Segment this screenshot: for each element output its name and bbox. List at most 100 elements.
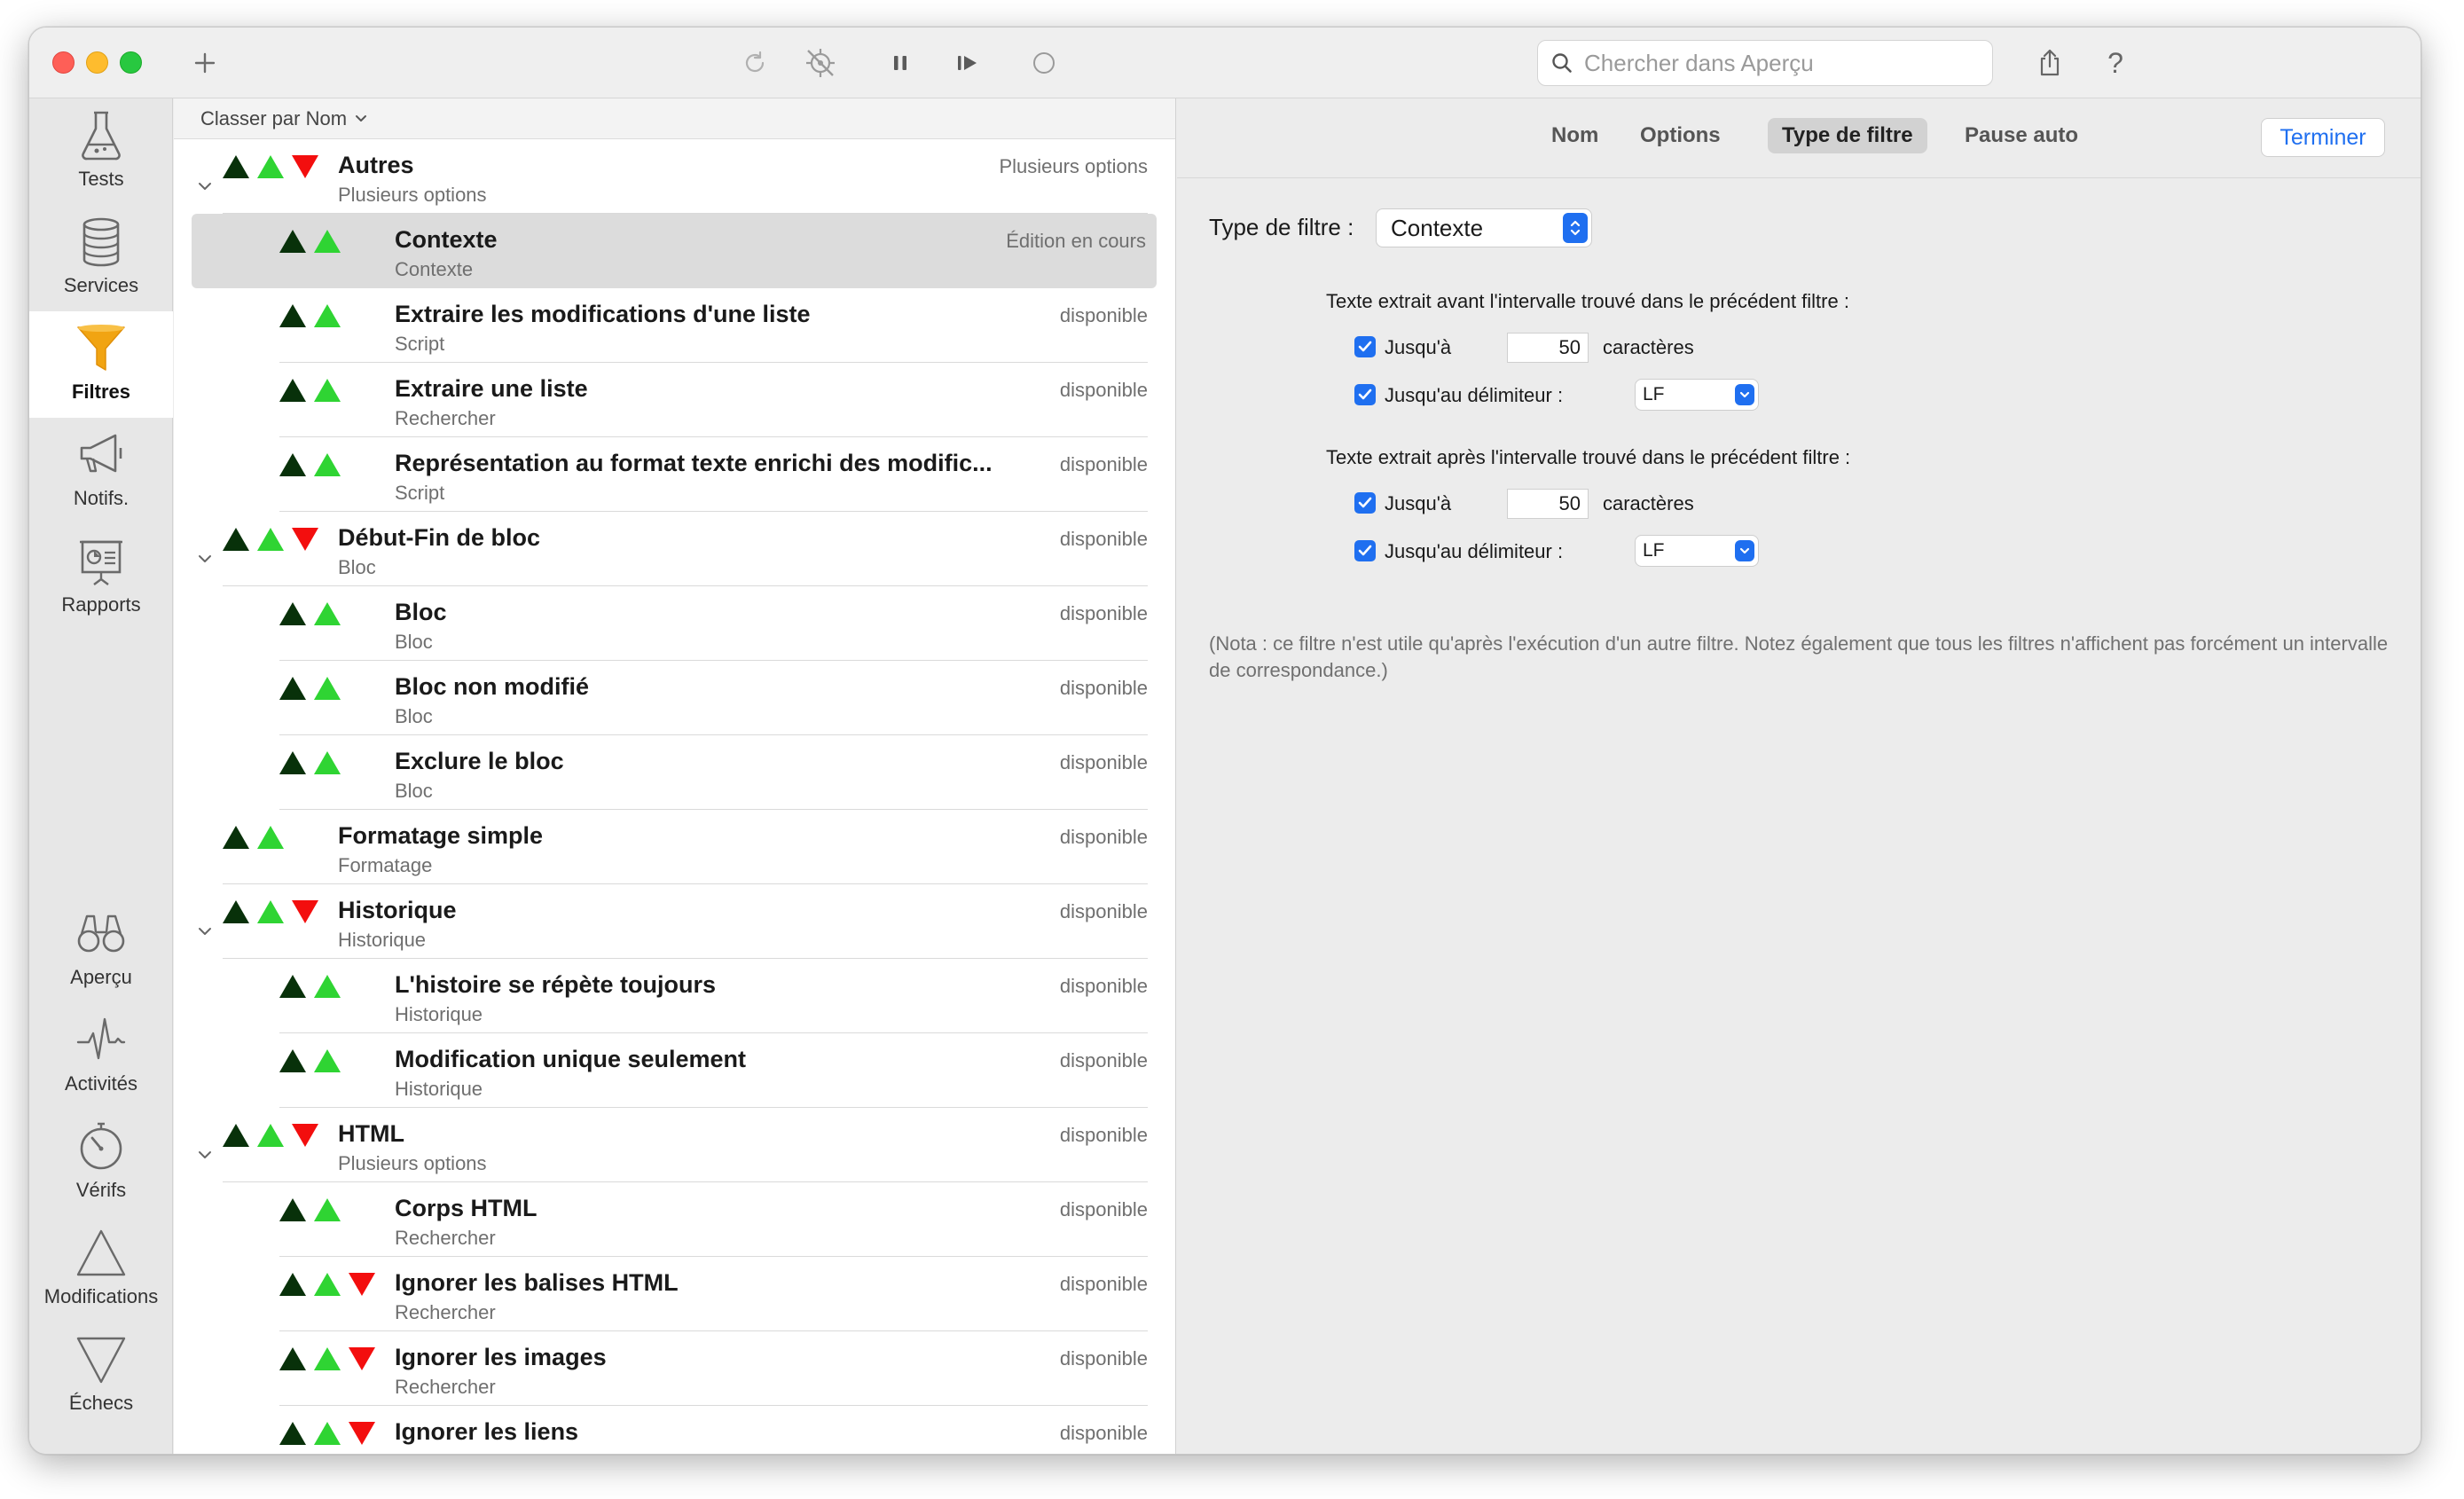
list-item-status: disponible <box>1059 751 1148 773</box>
disclosure-chevron-icon[interactable] <box>195 180 215 194</box>
list-item-status: disponible <box>1059 975 1148 997</box>
disclosure-chevron-icon[interactable] <box>195 925 215 939</box>
dark-green-up-arrow-icon <box>279 453 306 476</box>
list-item[interactable]: HTML Plusieurs options disponible <box>174 1108 1175 1182</box>
record-icon[interactable] <box>1024 43 1063 82</box>
list-item[interactable]: Extraire une liste Rechercher disponible <box>174 363 1175 437</box>
green-up-arrow-icon <box>314 230 341 253</box>
list-item[interactable]: Ignorer les balises HTML Rechercher dispon… <box>174 1257 1175 1331</box>
sidebar-item-rapports[interactable]: Rapports <box>29 524 173 631</box>
list-item[interactable]: Bloc Bloc disponible <box>174 586 1175 661</box>
dark-green-up-arrow-icon <box>279 1198 306 1221</box>
tab-type-de-filtre[interactable]: Type de filtre <box>1768 118 1927 153</box>
reload-icon[interactable] <box>735 43 774 82</box>
list-item-title: Ignorer les balises HTML <box>395 1269 679 1296</box>
sidebar-item-services[interactable]: Services <box>29 205 173 311</box>
status-arrows <box>279 1273 375 1296</box>
close-window-button[interactable] <box>52 51 75 74</box>
before-delimiter-label: Jusqu'au délimiteur : <box>1385 384 1564 406</box>
green-up-arrow-icon <box>257 528 284 551</box>
green-up-arrow-icon <box>314 453 341 476</box>
list-item-subtitle: Bloc <box>338 556 376 578</box>
disclosure-chevron-icon[interactable] <box>195 553 215 567</box>
list-item[interactable]: Formatage simple Formatage disponible <box>174 810 1175 884</box>
red-down-arrow-icon <box>349 1422 375 1445</box>
sidebar-item-apercu[interactable]: Aperçu <box>29 897 173 1003</box>
minimize-window-button[interactable] <box>86 51 108 74</box>
after-delimiter-checkbox[interactable] <box>1354 540 1376 561</box>
sidebar-item-filtres[interactable]: Filtres <box>29 311 173 418</box>
status-arrows <box>279 379 341 402</box>
disclosure-chevron-icon[interactable] <box>195 1149 215 1163</box>
list-item-subtitle: Bloc <box>395 631 433 653</box>
sidebar-item-label: Tests <box>78 168 124 190</box>
tab-pause-auto[interactable]: Pause auto <box>1950 118 2092 153</box>
list-item-status: disponible <box>1059 1347 1148 1370</box>
sort-by-name-button[interactable]: Classer par Nom <box>200 107 368 130</box>
add-icon[interactable] <box>185 43 224 82</box>
status-arrows <box>223 900 318 923</box>
after-delimiter-popup[interactable]: LF <box>1635 535 1759 567</box>
list-item[interactable]: Contexte Contexte Édition en cours <box>192 214 1157 288</box>
dark-green-up-arrow-icon <box>279 379 306 402</box>
sidebar-item-verifs[interactable]: Vérifs <box>29 1110 173 1216</box>
dark-green-up-arrow-icon <box>279 602 306 625</box>
list-item-status: disponible <box>1059 1198 1148 1220</box>
list-item-title: Historique <box>338 897 457 923</box>
list-item[interactable]: Ignorer les liens disponible <box>174 1406 1175 1454</box>
list-item[interactable]: Autres Plusieurs options Plusieurs options <box>174 139 1175 214</box>
share-icon[interactable] <box>2030 43 2069 82</box>
report-icon <box>80 540 122 585</box>
pause-icon[interactable] <box>881 43 920 82</box>
zoom-window-button[interactable] <box>120 51 142 74</box>
sidebar-item-notifs[interactable]: Notifs. <box>29 418 173 524</box>
list-item[interactable]: Exclure le bloc Bloc disponible <box>174 735 1175 810</box>
list-item[interactable]: Modification unique seulement Historique d… <box>174 1033 1175 1108</box>
list-item[interactable]: Début-Fin de bloc Bloc disponible <box>174 512 1175 586</box>
list-item-title: Exclure le bloc <box>395 748 564 774</box>
search-field[interactable] <box>1537 40 1993 86</box>
sidebar-item-echecs[interactable]: Échecs <box>29 1322 173 1429</box>
list-item-subtitle: Contexte <box>395 258 474 280</box>
list-item-title: Modification unique seulement <box>395 1046 747 1072</box>
after-upto-checkbox[interactable] <box>1354 492 1376 514</box>
list-item[interactable]: Représentation au format texte enrichi d… <box>174 437 1175 512</box>
list-item[interactable]: Ignorer les images Rechercher disponible <box>174 1331 1175 1406</box>
list-item-title: Extraire une liste <box>395 375 588 402</box>
sidebar-item-modifications[interactable]: Modifications <box>29 1216 173 1322</box>
help-icon[interactable]: ? <box>2096 43 2135 82</box>
sidebar: Tests Services Filtres Notifs. Rapports … <box>29 98 173 1454</box>
search-input[interactable] <box>1584 41 1983 85</box>
filter-note: (Nota : ce filtre n'est utile qu'après l… <box>1209 632 2389 681</box>
before-upto-field[interactable]: 50 <box>1507 333 1589 363</box>
list-item[interactable]: L'histoire se répète toujours Historique d… <box>174 959 1175 1033</box>
tab-options[interactable]: Options <box>1626 118 1735 153</box>
after-upto-field[interactable]: 50 <box>1507 489 1589 519</box>
before-delimiter-popup[interactable]: LF <box>1635 379 1759 411</box>
list-item-status: disponible <box>1059 1124 1148 1146</box>
sort-label: Classer par Nom <box>200 107 348 129</box>
tab-nom[interactable]: Nom <box>1537 118 1613 153</box>
sidebar-item-tests[interactable]: Tests <box>29 98 173 205</box>
sidebar-item-label: Services <box>63 274 139 296</box>
before-delimiter-checkbox[interactable] <box>1354 384 1376 405</box>
done-button[interactable]: Terminer <box>2261 118 2385 157</box>
green-up-arrow-icon <box>314 1347 341 1370</box>
list-item[interactable]: Extraire les modifications d'une liste Sc… <box>174 288 1175 363</box>
sidebar-item-label: Échecs <box>68 1392 134 1414</box>
green-up-arrow-icon <box>314 677 341 700</box>
dark-green-up-arrow-icon <box>223 1124 249 1147</box>
list-item[interactable]: Bloc non modifié Bloc disponible <box>174 661 1175 735</box>
status-arrows <box>279 230 341 253</box>
before-upto-checkbox[interactable] <box>1354 336 1376 357</box>
step-forward-icon[interactable] <box>948 43 987 82</box>
list-item-status: disponible <box>1059 379 1148 401</box>
list-item-status: disponible <box>1059 1273 1148 1295</box>
filter-type-popup[interactable]: Contexte <box>1376 208 1592 247</box>
after-chars-label: caractères <box>1603 492 1694 514</box>
list-item[interactable]: Historique Historique disponible <box>174 884 1175 959</box>
disabled-target-icon[interactable] <box>801 43 840 82</box>
sidebar-item-activites[interactable]: Activités <box>29 1003 173 1110</box>
list-item[interactable]: Corps HTML Rechercher disponible <box>174 1182 1175 1257</box>
list-header: Classer par Nom <box>174 98 1175 139</box>
